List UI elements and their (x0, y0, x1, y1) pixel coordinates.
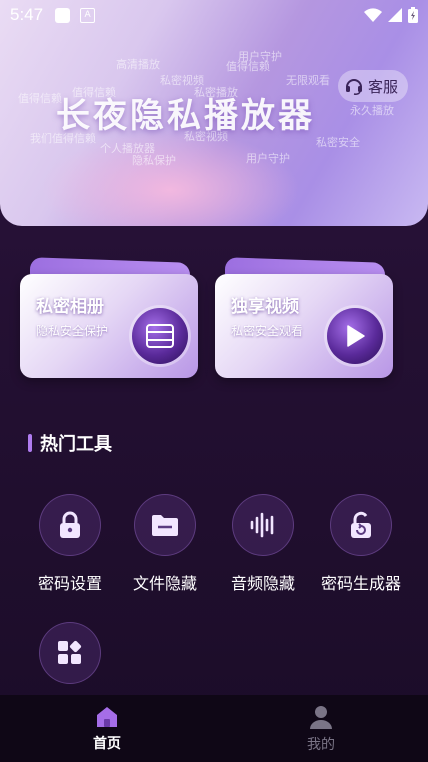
banner-tag: 用户守护 (246, 152, 290, 165)
user-icon (310, 705, 332, 729)
banner-tag: 值得信赖 (226, 60, 270, 73)
status-time: 5:47 (10, 5, 44, 24)
unlock-icon (330, 494, 392, 556)
status-bar: 5:47 A (0, 0, 428, 30)
banner-tag: 无限观看 (286, 74, 330, 87)
notification-icon (55, 7, 71, 23)
card-title: 私密相册 (36, 297, 104, 317)
apps-grid-icon (39, 622, 101, 684)
banner-tag: 永久播放 (350, 104, 394, 117)
tool-label: 密码设置 (37, 574, 102, 593)
customer-service-label: 客服 (367, 77, 398, 96)
banner-tag: 私密安全 (316, 136, 360, 149)
audio-wave-icon (232, 494, 294, 556)
tab-home[interactable]: 首页 (0, 695, 214, 762)
app-title: 长夜隐私播放器 (56, 96, 315, 136)
customer-service-button[interactable]: 客服 (337, 70, 408, 102)
signal-icon (388, 8, 402, 22)
tool-password-generator[interactable]: 密码生成器 (313, 494, 409, 594)
wifi-icon (364, 8, 382, 22)
lock-icon (39, 494, 101, 556)
banner-tag: 高清播放 (116, 58, 160, 71)
tool-audio-hide[interactable]: 音频隐藏 (215, 494, 311, 594)
tool-label: 音频隐藏 (230, 574, 295, 593)
tool-label: 密码生成器 (320, 574, 401, 593)
tab-mine[interactable]: 我的 (214, 695, 428, 762)
battery-icon (408, 7, 418, 23)
bottom-tab-bar: 首页 我的 (0, 695, 428, 762)
tool-password-settings[interactable]: 密码设置 (22, 494, 118, 594)
tool-file-hide[interactable]: 文件隐藏 (117, 494, 213, 594)
tool-more-apps[interactable] (22, 622, 118, 684)
section-title-text: 热门工具 (40, 434, 112, 455)
tool-label: 文件隐藏 (132, 574, 197, 593)
tab-label: 首页 (93, 735, 121, 752)
card-subtitle: 私密安全观看 (231, 324, 304, 338)
card-title: 独享视频 (231, 297, 299, 317)
home-icon (97, 706, 117, 727)
card-subtitle: 隐私安全保护 (36, 324, 109, 338)
private-album-card[interactable]: 私密相册 隐私安全保护 (20, 257, 200, 380)
exclusive-video-card[interactable]: 独享视频 私密安全观看 (215, 257, 395, 380)
app-notification-icon: A (80, 7, 96, 23)
tab-label: 我的 (307, 736, 335, 753)
hot-tools-title: 热门工具 (28, 430, 112, 456)
hero-banner: 高清播放 用户守护 值得信赖 私密视频 无限观看 值得信赖 值得信赖 私密播放 … (0, 0, 428, 226)
headset-icon (345, 79, 362, 95)
status-indicators (364, 7, 418, 23)
section-accent-bar (28, 434, 32, 452)
album-icon (132, 308, 188, 364)
banner-tag: 个人播放器 (100, 142, 155, 155)
play-icon (327, 308, 383, 364)
folder-icon (134, 494, 196, 556)
